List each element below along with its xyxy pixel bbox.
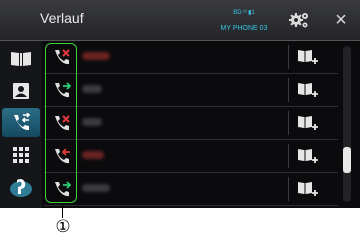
settings-gear-icon[interactable] [287,8,311,32]
voice-recognition-icon [10,178,32,197]
contact-card-icon [13,82,29,99]
contact-name-blurred [82,118,102,126]
header-bar: Verlauf BD ⁿᴵ ▮1 MY PHONE 03 × [0,0,360,41]
phone-name: MY PHONE 03 [220,25,268,32]
contact-name-blurred [82,85,102,93]
scrollbar-thumb[interactable] [343,147,351,173]
row-divider [288,45,289,69]
call-history-row[interactable] [44,140,338,173]
close-icon[interactable]: × [329,8,353,32]
call-history-row[interactable] [44,107,338,140]
add-to-contacts-icon[interactable] [297,147,319,165]
add-to-contacts-icon[interactable] [297,180,319,198]
row-divider [288,111,289,135]
scrollbar[interactable] [343,46,351,202]
sidebar-item-call-history[interactable] [2,108,40,137]
keypad-icon [13,146,29,163]
add-to-contacts-icon[interactable] [297,81,319,99]
contact-name-blurred [82,184,110,192]
phone-screen: Verlauf BD ⁿᴵ ▮1 MY PHONE 03 × [0,0,360,208]
add-to-contacts-icon[interactable] [297,114,319,132]
call-history-icon [14,112,31,130]
contact-name-blurred [82,52,110,60]
call-history-list [44,41,338,208]
call-history-row[interactable] [44,74,338,107]
sidebar-item-keypad[interactable] [2,140,40,169]
row-divider [288,78,289,102]
phonebook-icon [11,51,31,66]
call-history-row[interactable] [44,41,338,74]
sidebar-item-contacts[interactable] [2,76,40,105]
sidebar-item-voice[interactable] [2,172,40,201]
sidebar [0,41,42,208]
row-divider [288,177,289,201]
row-divider [288,144,289,168]
status-icons: BD ⁿᴵ ▮1 [233,10,255,16]
call-history-row[interactable] [44,173,338,206]
add-to-contacts-icon[interactable] [297,48,319,66]
callout-leader-line [62,204,63,218]
callout-number: ① [55,217,71,237]
sidebar-item-phonebook[interactable] [2,44,40,73]
page-title: Verlauf [40,10,84,26]
call-type-column-highlight [45,43,77,203]
contact-name-blurred [82,151,104,159]
